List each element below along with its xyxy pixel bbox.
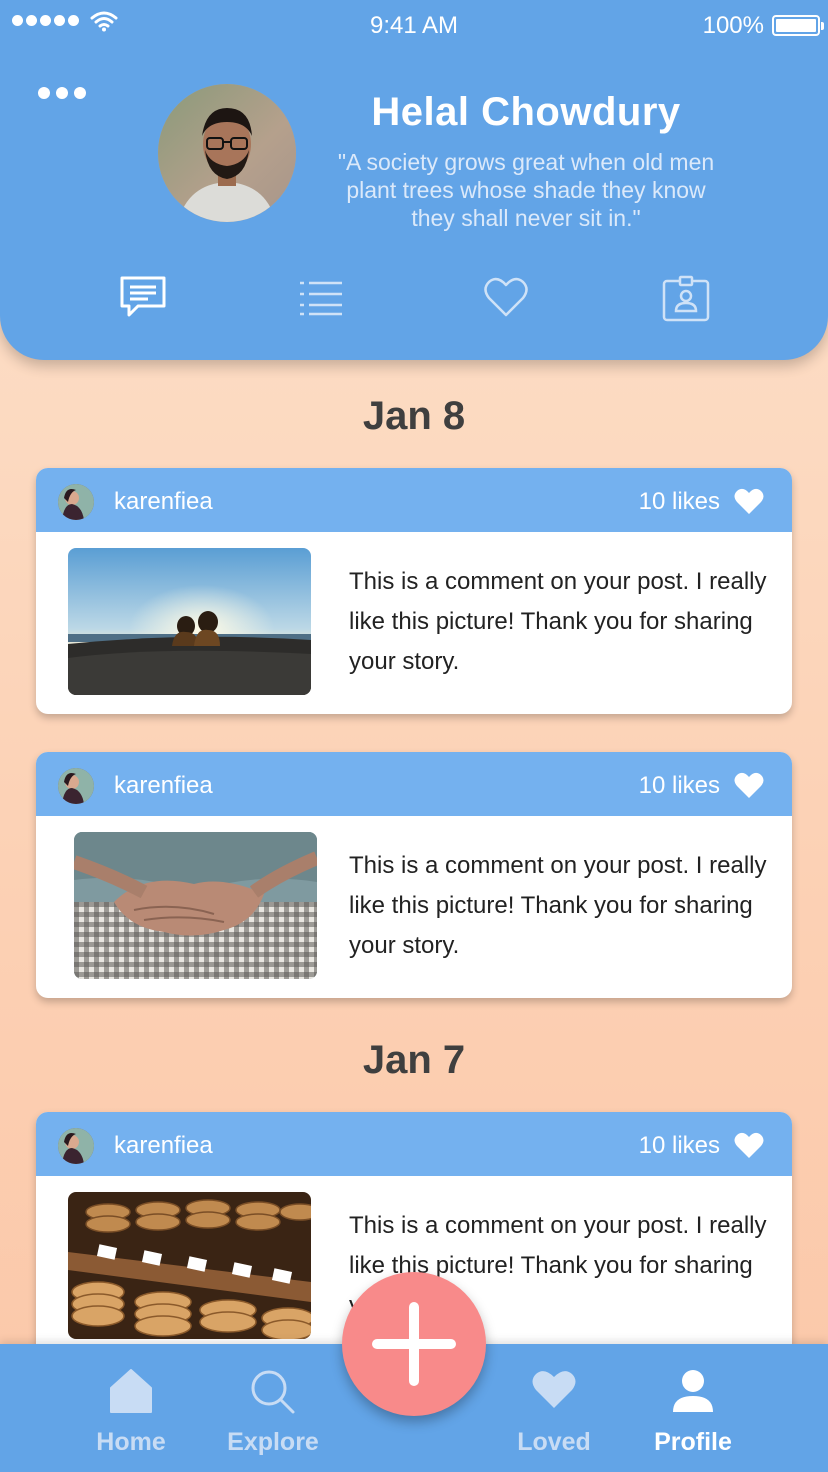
comment-card[interactable]: karenfiea 10 likes This is a comment on … <box>36 468 792 714</box>
battery-icon <box>772 15 824 36</box>
heart-icon[interactable] <box>734 772 764 799</box>
avatar[interactable] <box>58 768 94 804</box>
profile-header: 9:41 AM 100% Helal Chowdury "A society g… <box>0 0 828 360</box>
avatar[interactable] <box>58 484 94 520</box>
profile-avatar[interactable] <box>158 84 296 222</box>
nav-profile[interactable]: Profile <box>623 1344 763 1472</box>
search-icon <box>251 1370 295 1414</box>
comment-text: This is a comment on your post. I really… <box>349 852 767 959</box>
nav-loved[interactable]: Loved <box>484 1344 624 1472</box>
nav-home-label: Home <box>96 1428 166 1456</box>
profile-name: Helal Chowdury <box>371 90 681 134</box>
avatar[interactable] <box>58 1128 94 1164</box>
card-header: karenfiea 10 likes <box>36 468 792 532</box>
nav-explore[interactable]: Explore <box>203 1344 343 1472</box>
card-header: karenfiea 10 likes <box>36 1112 792 1176</box>
username-link[interactable]: karenfiea <box>114 488 213 516</box>
nav-explore-label: Explore <box>227 1428 319 1456</box>
comment-card[interactable]: karenfiea 10 likes This is a comment on … <box>36 752 792 998</box>
card-header: karenfiea 10 likes <box>36 752 792 816</box>
profile-quote: "A society grows great when old men plan… <box>337 149 715 231</box>
likes-count: 10 likes <box>638 772 720 799</box>
comment-icon[interactable] <box>118 274 168 320</box>
sunset-couple-photo[interactable] <box>68 548 311 695</box>
heart-icon <box>532 1371 576 1408</box>
more-options-icon[interactable] <box>38 87 86 99</box>
cookies-photo[interactable] <box>68 1192 311 1339</box>
battery-percent: 100% <box>702 12 764 39</box>
heart-icon[interactable] <box>734 488 764 515</box>
add-post-button[interactable] <box>342 1272 486 1416</box>
person-icon <box>673 1370 713 1412</box>
comment-text: This is a comment on your post. I really… <box>349 568 767 675</box>
nav-profile-label: Profile <box>654 1428 732 1456</box>
date-heading: Jan 8 <box>362 394 466 438</box>
status-bar: 9:41 AM 100% <box>0 0 828 50</box>
username-link[interactable]: karenfiea <box>114 1132 213 1160</box>
heart-icon[interactable] <box>734 1132 764 1159</box>
likes-count: 10 likes <box>638 488 720 515</box>
likes-count: 10 likes <box>638 1132 720 1159</box>
date-heading: Jan 7 <box>362 1038 466 1082</box>
nav-home[interactable]: Home <box>61 1344 201 1472</box>
home-icon <box>110 1369 152 1413</box>
heart-outline-icon[interactable] <box>483 274 529 320</box>
nav-loved-label: Loved <box>517 1428 591 1456</box>
list-icon[interactable] <box>298 274 344 320</box>
username-link[interactable]: karenfiea <box>114 772 213 800</box>
hands-photo[interactable] <box>74 832 317 979</box>
contact-card-icon[interactable] <box>662 274 710 322</box>
